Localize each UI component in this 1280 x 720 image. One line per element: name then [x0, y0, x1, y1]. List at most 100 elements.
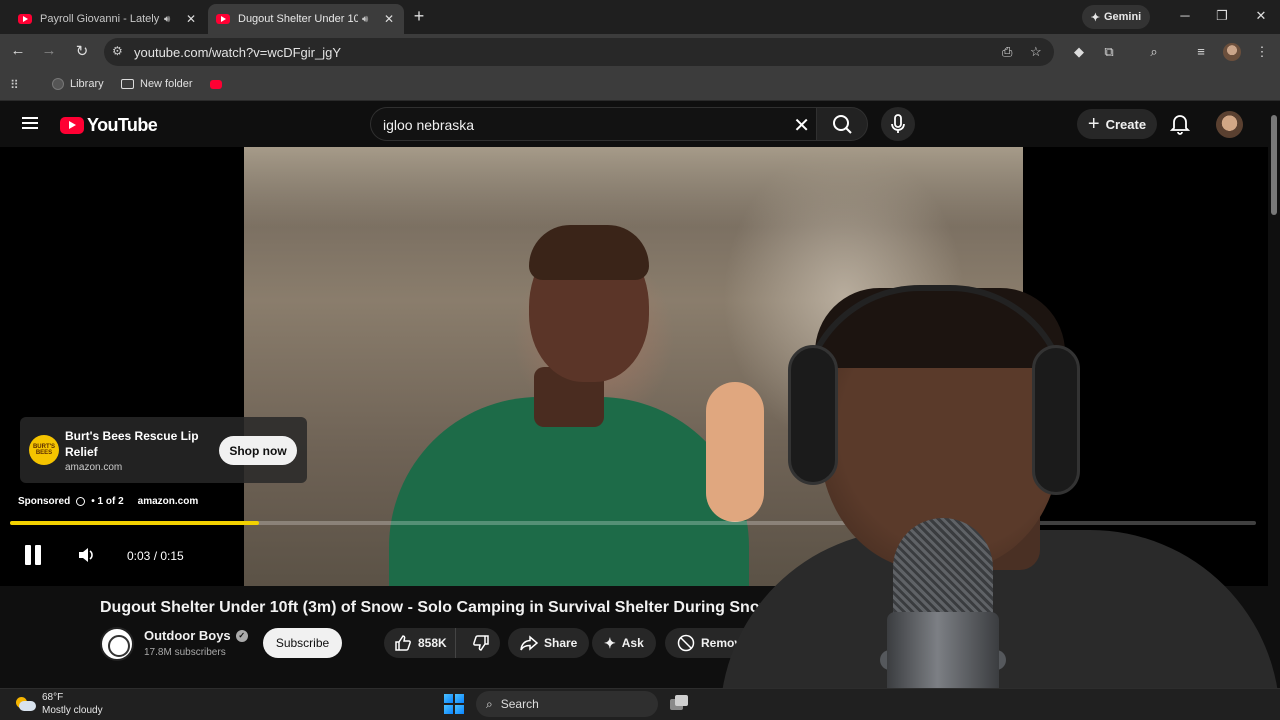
search-icon: ⌕: [486, 696, 493, 711]
address-bar[interactable]: ⚙︎ youtube.com/watch?v=wcDFgir_jgY ⎙ ☆: [104, 38, 1054, 66]
folder-icon: [121, 79, 134, 89]
search-input[interactable]: igloo nebraska: [383, 117, 474, 133]
progress-fill: [10, 521, 260, 525]
progress-bar[interactable]: [10, 521, 1256, 525]
menu-icon[interactable]: [22, 117, 38, 129]
time-display: 0:03 / 0:15: [127, 549, 184, 563]
subscribe-button[interactable]: Subscribe: [263, 628, 342, 658]
voice-search-button[interactable]: [881, 107, 915, 141]
sparkle-icon: ✦: [1090, 11, 1100, 24]
speaker-icon[interactable]: 🔊︎: [362, 14, 376, 25]
forward-icon[interactable]: →: [39, 42, 59, 59]
tab-title: Payroll Giovanni - Lately (Of: [40, 13, 160, 25]
extensions-icon[interactable]: ⧉: [1100, 44, 1118, 60]
bookmark-label: New folder: [140, 78, 193, 90]
youtube-icon: [216, 14, 230, 24]
search-button[interactable]: [816, 107, 868, 141]
restore-icon[interactable]: ❐: [1212, 8, 1232, 24]
windows-start-icon[interactable]: [444, 694, 464, 714]
reload-icon[interactable]: ↻: [72, 42, 92, 60]
speaker-icon[interactable]: 🔊︎: [164, 14, 178, 25]
create-label: Create: [1105, 116, 1147, 132]
headphones-right-cup: [1032, 345, 1080, 495]
close-tab-icon[interactable]: ✕: [382, 12, 396, 26]
search-box[interactable]: igloo nebraska ✕: [370, 107, 816, 141]
profile-avatar[interactable]: [1223, 43, 1241, 61]
gemini-button[interactable]: ✦ Gemini: [1082, 5, 1150, 29]
scrollbar-thumb[interactable]: [1271, 115, 1277, 215]
more-menu-icon[interactable]: ⋮: [1253, 44, 1271, 60]
channel-name[interactable]: Outdoor Boys: [144, 628, 231, 643]
temperature: 68°F: [42, 692, 64, 703]
subscriber-count: 17.8M subscribers: [144, 647, 226, 658]
video-background: [244, 147, 1023, 227]
weather-condition: Mostly cloudy: [42, 705, 103, 716]
video-hand: [706, 382, 764, 522]
gemini-label: Gemini: [1103, 11, 1142, 23]
task-view-icon[interactable]: [670, 695, 688, 711]
volume-icon[interactable]: [77, 546, 95, 569]
lens-search-icon[interactable]: ⌕: [1145, 44, 1163, 60]
search-icon: [833, 115, 852, 134]
bookmark-new-folder[interactable]: New folder: [121, 78, 193, 90]
video-person-hair: [529, 225, 649, 280]
shop-now-button[interactable]: Shop now: [219, 436, 297, 465]
dislike-button[interactable]: [462, 634, 500, 652]
new-tab-button[interactable]: +: [410, 6, 428, 27]
verified-check-icon: ✓: [235, 629, 248, 642]
minimize-icon[interactable]: ─: [1175, 8, 1195, 23]
install-app-icon[interactable]: ⎙: [1002, 44, 1012, 60]
share-icon: [520, 635, 538, 651]
headphones-left-cup: [788, 345, 838, 485]
extension-diamond-icon[interactable]: ◆: [1070, 44, 1088, 60]
account-avatar[interactable]: [1216, 111, 1243, 138]
sparkle-icon: ✦: [604, 634, 616, 651]
tab-title: Dugout Shelter Under 10ft: [238, 13, 358, 25]
create-button[interactable]: + Create: [1077, 109, 1157, 139]
taskbar-search[interactable]: ⌕ Search: [476, 691, 658, 717]
browser-toolbar: ← → ↻ ⚙︎ youtube.com/watch?v=wcDFgir_jgY…: [0, 34, 1280, 70]
clear-search-icon[interactable]: ✕: [793, 113, 810, 138]
ad-sponsored-row: Sponsored • 1 of 2 amazon.com: [18, 496, 198, 507]
close-tab-icon[interactable]: ✕: [184, 12, 198, 26]
site-info-icon[interactable]: ⚙︎: [112, 44, 123, 58]
browser-tab-payroll[interactable]: Payroll Giovanni - Lately (Of 🔊︎ ✕: [10, 4, 206, 34]
windows-taskbar: 68°F Mostly cloudy ⌕ Search: [0, 688, 1280, 720]
ad-brand-logo: BURT'S BEES: [29, 435, 59, 465]
apps-grid-icon[interactable]: ⠿: [10, 78, 19, 92]
ask-label: Ask: [621, 636, 644, 650]
bookmarks-bar: ⠿ Library New folder: [0, 70, 1280, 101]
ask-button[interactable]: ✦ Ask: [592, 628, 656, 658]
bookmark-library[interactable]: Library: [52, 78, 104, 90]
partly-cloudy-icon: [16, 697, 36, 711]
youtube-wordmark: YouTube: [87, 115, 158, 135]
ad-domain: amazon.com: [65, 462, 123, 473]
bookmark-label: Library: [70, 78, 104, 90]
share-label: Share: [544, 636, 578, 650]
thumbs-up-icon: [395, 635, 411, 651]
back-icon[interactable]: ←: [8, 42, 28, 59]
ad-title[interactable]: Burt's Bees Rescue Lip Relief: [65, 428, 205, 460]
channel-name-row[interactable]: Outdoor Boys ✓: [144, 628, 248, 643]
video-title: Dugout Shelter Under 10ft (3m) of Snow -…: [100, 599, 823, 616]
pause-icon[interactable]: [24, 545, 42, 565]
channel-avatar[interactable]: [100, 627, 134, 661]
reading-list-icon[interactable]: ≡: [1192, 44, 1210, 59]
weather-widget[interactable]: 68°F Mostly cloudy: [16, 691, 103, 717]
ad-card[interactable]: BURT'S BEES Burt's Bees Rescue Lip Relie…: [20, 417, 307, 483]
close-window-icon[interactable]: ✕: [1251, 8, 1271, 24]
youtube-masthead: YouTube igloo nebraska ✕ + Create: [0, 101, 1268, 147]
no-ads-icon: [677, 634, 695, 652]
browser-tab-dugout[interactable]: Dugout Shelter Under 10ft 🔊︎ ✕: [208, 4, 404, 34]
globe-icon: [52, 78, 64, 90]
bookmark-youtube[interactable]: [210, 80, 222, 89]
share-button[interactable]: Share: [508, 628, 590, 658]
youtube-logo[interactable]: YouTube: [60, 115, 158, 136]
url-text[interactable]: youtube.com/watch?v=wcDFgir_jgY: [134, 45, 341, 60]
bookmark-star-icon[interactable]: ☆: [1030, 44, 1042, 60]
like-button[interactable]: 858K: [384, 628, 457, 658]
notifications-bell-icon[interactable]: [1169, 113, 1191, 140]
sponsored-domain[interactable]: amazon.com: [138, 496, 199, 507]
thumbs-down-icon: [473, 635, 489, 651]
info-icon[interactable]: [76, 497, 86, 506]
